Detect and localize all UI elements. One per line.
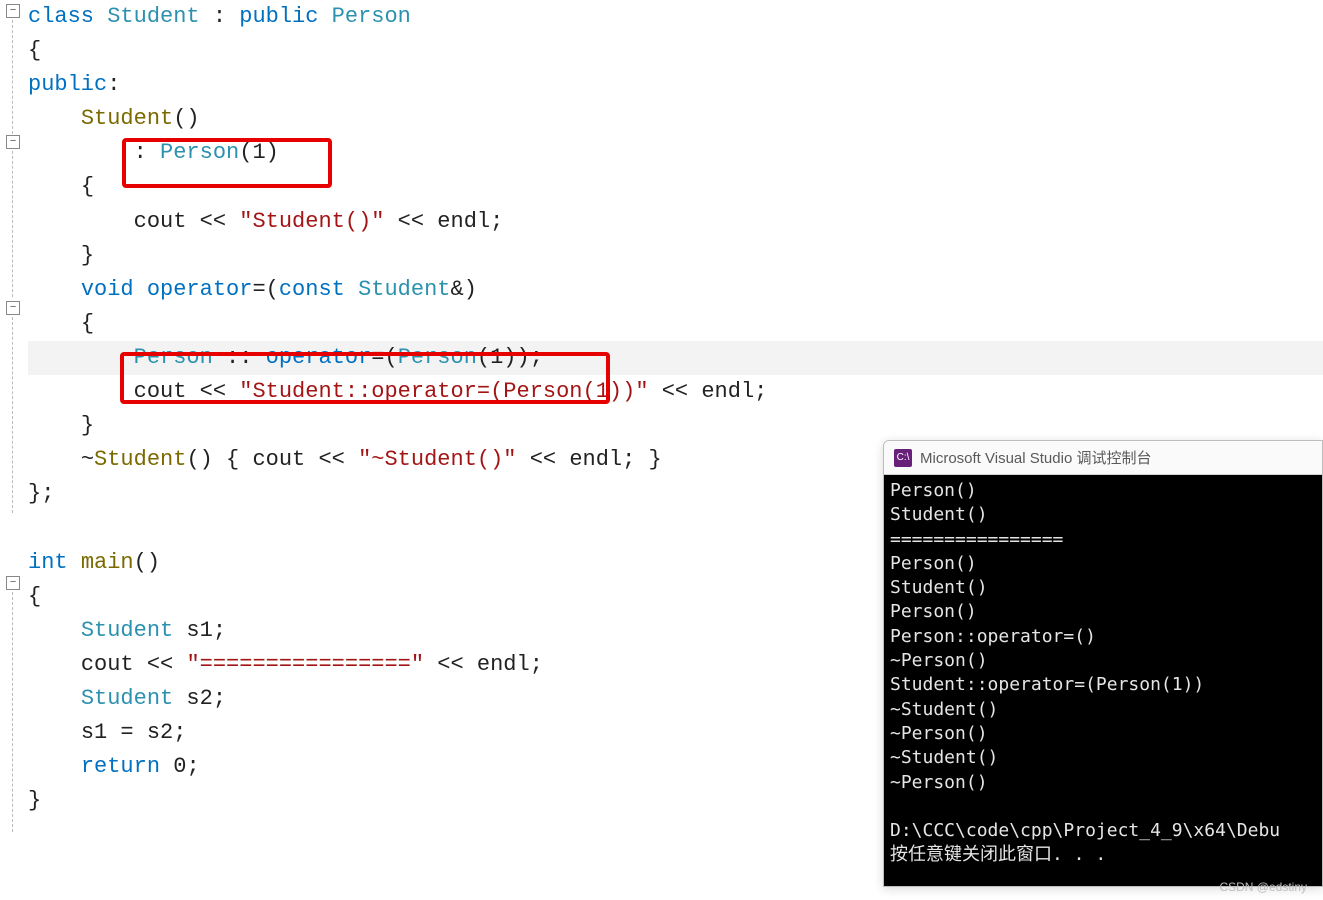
console-titlebar[interactable]: C:\ Microsoft Visual Studio 调试控制台 [884,441,1322,475]
console-title: Microsoft Visual Studio 调试控制台 [920,447,1151,468]
type-student: Student [107,4,199,29]
vs-icon: C:\ [894,449,912,467]
watermark: CSDN @edstiny [1219,880,1307,894]
keyword-class: class [28,4,94,29]
console-output[interactable]: Person() Student() ================ Pers… [884,475,1322,886]
debug-console-window[interactable]: C:\ Microsoft Visual Studio 调试控制台 Person… [883,440,1323,887]
